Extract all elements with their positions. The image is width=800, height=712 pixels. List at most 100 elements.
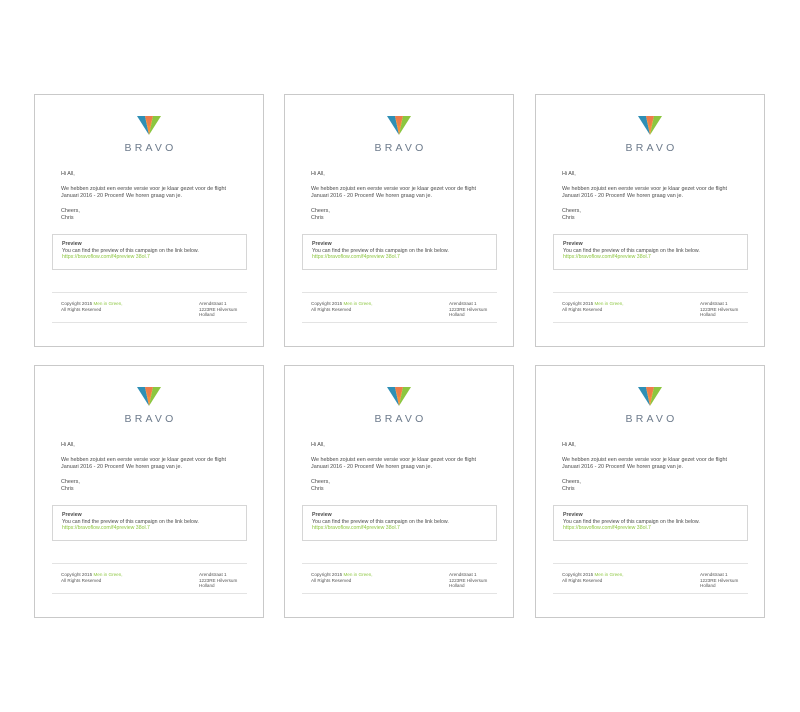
footer-copyright: Copyright 2015 Men in Green, All Rights …: [61, 301, 123, 312]
footer-address: Arendstraat 1 1223RE Hilversum Holland: [199, 301, 237, 318]
signature-text: Chris: [311, 486, 324, 492]
address-line-1: Arendstraat 1: [700, 301, 728, 306]
preview-text: You can find the preview of this campaig…: [62, 247, 199, 254]
email-body: Hi All, We hebben zojuist een eerste ver…: [562, 171, 748, 222]
address-line-2: 1223RE Hilversum: [199, 577, 238, 583]
bravo-v-logo-icon: [387, 387, 411, 406]
signoff-text: Cheers,: [311, 479, 330, 485]
bravo-v-logo-icon: [638, 387, 662, 406]
signoff-text: Cheers,: [61, 479, 80, 485]
footer-address: Arendstraat 1 1223RE Hilversum Holland: [700, 301, 738, 318]
signature-text: Chris: [562, 486, 575, 492]
email-body: Hi All, We hebben zojuist een eerste ver…: [61, 171, 247, 222]
brand-logo: BRAVO: [285, 384, 513, 425]
preview-link[interactable]: https://bravoflow.com/f4preview 38ol.7: [563, 254, 738, 261]
copyright-prefix: Copyright 2015: [311, 301, 343, 306]
signature-text: Chris: [61, 215, 74, 221]
preview-title: Preview: [62, 241, 82, 247]
email-preview-card[interactable]: BRAVO Hi All, We hebben zojuist een eers…: [34, 94, 264, 347]
copyright-prefix: Copyright 2015: [61, 301, 93, 306]
greeting-text: Hi All,: [311, 442, 325, 448]
preview-box: Preview You can find the preview of this…: [52, 234, 247, 270]
copyright-company-link[interactable]: Men in Green,: [93, 301, 122, 306]
bravo-v-logo-icon: [137, 116, 161, 135]
copyright-prefix: Copyright 2015: [61, 572, 93, 577]
preview-box: Preview You can find the preview of this…: [553, 505, 748, 541]
footer-divider-top: [553, 292, 748, 293]
message-line-1: We hebben zojuist een eerste versie voor…: [311, 186, 477, 192]
bravo-v-logo-icon: [137, 387, 161, 406]
brand-logo: BRAVO: [35, 384, 263, 425]
footer-copyright: Copyright 2015 Men in Green, All Rights …: [562, 301, 624, 312]
greeting-text: Hi All,: [562, 171, 576, 177]
preview-text: You can find the preview of this campaig…: [563, 518, 700, 525]
footer-divider-bottom: [553, 322, 748, 323]
preview-title: Preview: [563, 512, 583, 518]
message-line-1: We hebben zojuist een eerste versie voor…: [61, 457, 227, 463]
email-preview-card[interactable]: BRAVO Hi All, We hebben zojuist een eers…: [284, 94, 514, 347]
brand-logo: BRAVO: [536, 113, 764, 154]
footer-divider-bottom: [302, 593, 497, 594]
message-line-2: Januari 2016 - 20 Procent! We horen graa…: [562, 193, 683, 199]
address-line-3: Holland: [199, 312, 215, 318]
email-preview-card[interactable]: BRAVO Hi All, We hebben zojuist een eers…: [535, 365, 765, 618]
signature-text: Chris: [562, 215, 575, 221]
address-line-2: 1223RE Hilversum: [700, 306, 739, 312]
preview-link[interactable]: https://bravoflow.com/f4preview 38ol.7: [62, 525, 237, 532]
preview-link[interactable]: https://bravoflow.com/f4preview 38ol.7: [312, 525, 487, 532]
preview-link[interactable]: https://bravoflow.com/f4preview 38ol.7: [312, 254, 487, 261]
preview-text: You can find the preview of this campaig…: [62, 518, 199, 525]
message-line-1: We hebben zojuist een eerste versie voor…: [61, 186, 227, 192]
signature-text: Chris: [311, 215, 324, 221]
footer-address: Arendstraat 1 1223RE Hilversum Holland: [199, 572, 237, 589]
preview-link[interactable]: https://bravoflow.com/f4preview 38ol.7: [62, 254, 237, 261]
copyright-prefix: Copyright 2015: [562, 572, 594, 577]
preview-title: Preview: [563, 241, 583, 247]
footer-copyright: Copyright 2015 Men in Green, All Rights …: [311, 572, 373, 583]
address-line-1: Arendstraat 1: [449, 301, 477, 306]
footer-divider-top: [302, 292, 497, 293]
signoff-text: Cheers,: [562, 479, 581, 485]
email-preview-grid: BRAVO Hi All, We hebben zojuist een eers…: [0, 0, 800, 712]
preview-title: Preview: [312, 512, 332, 518]
brand-name: BRAVO: [625, 142, 678, 154]
footer-divider-top: [52, 292, 247, 293]
copyright-company-link[interactable]: Men in Green,: [594, 572, 623, 577]
brand-name: BRAVO: [124, 142, 177, 154]
brand-name: BRAVO: [625, 413, 678, 425]
footer-copyright: Copyright 2015 Men in Green, All Rights …: [311, 301, 373, 312]
rights-text: All Rights Reserved: [311, 306, 352, 312]
copyright-company-link[interactable]: Men in Green,: [594, 301, 623, 306]
signoff-text: Cheers,: [562, 208, 581, 214]
bravo-v-logo-icon: [387, 116, 411, 135]
preview-link[interactable]: https://bravoflow.com/f4preview 38ol.7: [563, 525, 738, 532]
address-line-2: 1223RE Hilversum: [700, 577, 739, 583]
message-line-2: Januari 2016 - 20 Procent! We horen graa…: [311, 193, 432, 199]
preview-box: Preview You can find the preview of this…: [302, 234, 497, 270]
rights-text: All Rights Reserved: [562, 577, 603, 583]
rights-text: All Rights Reserved: [61, 577, 102, 583]
footer-divider-bottom: [302, 322, 497, 323]
copyright-company-link[interactable]: Men in Green,: [93, 572, 122, 577]
message-line-1: We hebben zojuist een eerste versie voor…: [562, 186, 728, 192]
address-line-3: Holland: [700, 583, 716, 589]
copyright-company-link[interactable]: Men in Green,: [343, 301, 372, 306]
copyright-prefix: Copyright 2015: [562, 301, 594, 306]
footer-divider-top: [52, 563, 247, 564]
address-line-1: Arendstraat 1: [449, 572, 477, 577]
email-body: Hi All, We hebben zojuist een eerste ver…: [562, 442, 748, 493]
footer-copyright: Copyright 2015 Men in Green, All Rights …: [61, 572, 123, 583]
footer-address: Arendstraat 1 1223RE Hilversum Holland: [449, 572, 487, 589]
email-preview-card[interactable]: BRAVO Hi All, We hebben zojuist een eers…: [535, 94, 765, 347]
address-line-1: Arendstraat 1: [199, 572, 227, 577]
footer-divider-top: [302, 563, 497, 564]
brand-logo: BRAVO: [35, 113, 263, 154]
address-line-1: Arendstraat 1: [199, 301, 227, 306]
address-line-2: 1223RE Hilversum: [199, 306, 238, 312]
message-line-2: Januari 2016 - 20 Procent! We horen graa…: [61, 193, 182, 199]
email-preview-card[interactable]: BRAVO Hi All, We hebben zojuist een eers…: [284, 365, 514, 618]
email-preview-card[interactable]: BRAVO Hi All, We hebben zojuist een eers…: [34, 365, 264, 618]
footer-divider-bottom: [553, 593, 748, 594]
copyright-company-link[interactable]: Men in Green,: [343, 572, 372, 577]
footer-divider-bottom: [52, 322, 247, 323]
